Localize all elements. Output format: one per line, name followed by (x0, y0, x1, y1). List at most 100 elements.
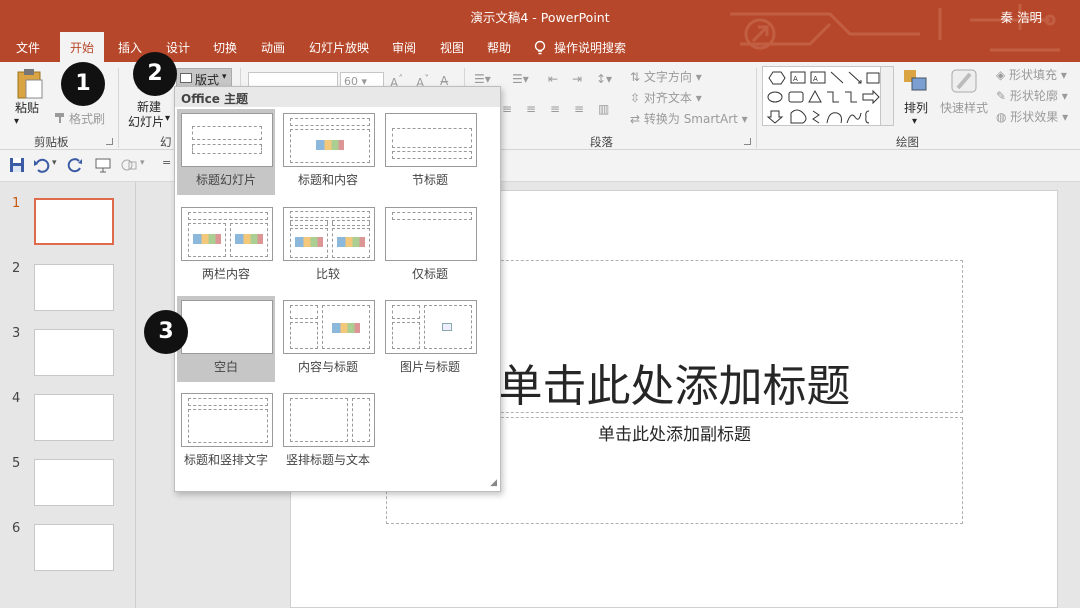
smartart-button[interactable]: ⇄ 转换为 SmartArt ▾ (630, 110, 748, 127)
layout-thumbnail (181, 300, 273, 354)
window-title: 演示文稿4 - PowerPoint (470, 10, 610, 25)
columns-button[interactable]: ▥ (598, 102, 609, 116)
step-marker-1: 1 (61, 62, 105, 106)
group-clipboard: 剪贴板 (34, 135, 69, 149)
decrease-indent-button[interactable]: ⇤ (548, 72, 558, 86)
arrange-icon[interactable] (902, 68, 930, 94)
step-marker-3: 3 (144, 310, 188, 354)
presentation-icon[interactable] (94, 156, 112, 174)
tab-insert[interactable]: 插入 (118, 39, 142, 56)
tab-animations[interactable]: 动画 (261, 39, 285, 56)
office-theme-header: Office 主题 (175, 87, 500, 107)
paste-icon[interactable] (14, 68, 46, 100)
resize-grip[interactable]: ◢ (490, 478, 497, 488)
layout-title-content[interactable]: 标题和内容 (279, 109, 377, 195)
quick-styles-icon[interactable] (950, 68, 980, 96)
shapes-gallery-scroll[interactable] (880, 66, 894, 126)
justify-button[interactable]: ≡ (574, 102, 584, 116)
layout-blank[interactable]: 空白 (177, 296, 275, 382)
shapes-icons: A A (766, 71, 880, 124)
thumb-number: 4 (12, 391, 21, 406)
group-paragraph: 段落 (590, 135, 613, 149)
layout-thumbnail (181, 207, 273, 261)
layout-section-header[interactable]: 节标题 (381, 109, 479, 195)
format-painter-icon (55, 113, 64, 123)
quick-styles-button[interactable]: 快速样式 (940, 99, 988, 116)
tell-me-search[interactable]: 操作说明搜索 (554, 39, 626, 56)
layout-name: 竖排标题与文本 (285, 453, 370, 467)
paragraph-launcher[interactable] (744, 138, 751, 145)
customize-qat-icon[interactable]: = (162, 156, 171, 169)
align-center-button[interactable]: ≡ (526, 102, 536, 116)
layout-vertical-title-text[interactable]: 竖排标题与文本 (279, 389, 377, 475)
shape-fill-button[interactable]: ◈ 形状填充 ▾ (996, 66, 1067, 83)
user-name[interactable]: 秦 浩明 (1001, 7, 1042, 26)
svg-text:A: A (813, 75, 818, 83)
tab-file[interactable]: 文件 (16, 39, 40, 56)
thumb-number: 6 (12, 521, 21, 536)
layout-title-only[interactable]: 仅标题 (381, 203, 479, 289)
slide-thumbnail-4[interactable] (34, 394, 114, 441)
layout-icon (180, 73, 192, 83)
increase-indent-button[interactable]: ⇥ (572, 72, 582, 86)
slide-thumbnails-pane: 1 2 3 4 5 6 (0, 182, 136, 608)
lightbulb-icon (534, 40, 546, 55)
layout-title-vertical-text[interactable]: 标题和竖排文字 (177, 389, 275, 475)
align-left-button[interactable]: ≡ (502, 102, 512, 116)
format-painter-button[interactable]: 格式刷 (69, 110, 105, 127)
arrange-button[interactable]: 排列 (904, 99, 928, 116)
tab-review[interactable]: 审阅 (392, 39, 416, 56)
text-direction-button[interactable]: ⇅ 文字方向 ▾ (630, 68, 702, 85)
save-icon[interactable] (8, 156, 26, 174)
layout-name: 标题和内容 (297, 173, 358, 187)
title-bar: 演示文稿4 - PowerPoint 秦 浩明 (0, 0, 1080, 32)
layout-dropdown: Office 主题 标题幻灯片 标题和内容 节标题 两栏内容 比较 仅标题 空白… (174, 86, 501, 492)
quick-access-toolbar: ▾ ▾ = (0, 150, 1080, 182)
align-right-button[interactable]: ≡ (550, 102, 560, 116)
layout-thumbnail (181, 113, 273, 167)
slide-thumbnail-5[interactable] (34, 459, 114, 506)
thumb-number: 1 (12, 196, 21, 211)
svg-text:A: A (793, 75, 798, 83)
layout-name: 图片与标题 (399, 360, 460, 374)
layout-thumbnail (385, 300, 477, 354)
tab-transitions[interactable]: 切换 (213, 39, 237, 56)
layout-name: 仅标题 (411, 267, 448, 281)
new-slide-label-2[interactable]: 幻灯片 (128, 113, 164, 130)
layout-name: 内容与标题 (297, 360, 358, 374)
tab-home[interactable]: 开始 (60, 32, 105, 62)
layout-button[interactable]: 版式 ▾ (176, 68, 232, 88)
align-text-button[interactable]: ⇳ 对齐文本 ▾ (630, 89, 702, 106)
redo-icon[interactable] (66, 156, 84, 174)
tab-view[interactable]: 视图 (440, 39, 464, 56)
slide-thumbnail-6[interactable] (34, 524, 114, 571)
tab-slideshow[interactable]: 幻灯片放映 (309, 39, 369, 56)
layout-picture-caption[interactable]: 图片与标题 (381, 296, 479, 382)
shapes-gallery[interactable]: A A (762, 66, 884, 126)
slide-thumbnail-1[interactable] (34, 198, 114, 245)
layout-comparison[interactable]: 比较 (279, 203, 377, 289)
shapes-qat-icon[interactable] (120, 156, 138, 174)
layout-title-slide[interactable]: 标题幻灯片 (177, 109, 275, 195)
bullets-button[interactable]: ☰▾ (474, 72, 491, 86)
layout-thumbnail (385, 113, 477, 167)
layout-thumbnail (283, 300, 375, 354)
tab-help[interactable]: 帮助 (487, 39, 511, 56)
numbering-button[interactable]: ☰▾ (512, 72, 529, 86)
circuit-decoration-lower (740, 32, 1060, 52)
clipboard-launcher[interactable] (106, 138, 113, 145)
slide-thumbnail-2[interactable] (34, 264, 114, 311)
slide-thumbnail-3[interactable] (34, 329, 114, 376)
layout-name: 空白 (213, 360, 238, 374)
layout-name: 比较 (315, 267, 340, 281)
layout-two-content[interactable]: 两栏内容 (177, 203, 275, 289)
layout-thumbnail (181, 393, 273, 447)
paste-button[interactable]: 粘贴 (15, 99, 39, 116)
undo-icon[interactable] (32, 156, 50, 174)
shape-outline-button[interactable]: ✎ 形状轮廓 ▾ (996, 87, 1068, 104)
thumb-number: 3 (12, 326, 21, 341)
shape-effects-button[interactable]: ◍ 形状效果 ▾ (996, 108, 1068, 125)
tab-design[interactable]: 设计 (166, 39, 190, 56)
line-spacing-button[interactable]: ↕▾ (596, 72, 612, 86)
layout-content-caption[interactable]: 内容与标题 (279, 296, 377, 382)
